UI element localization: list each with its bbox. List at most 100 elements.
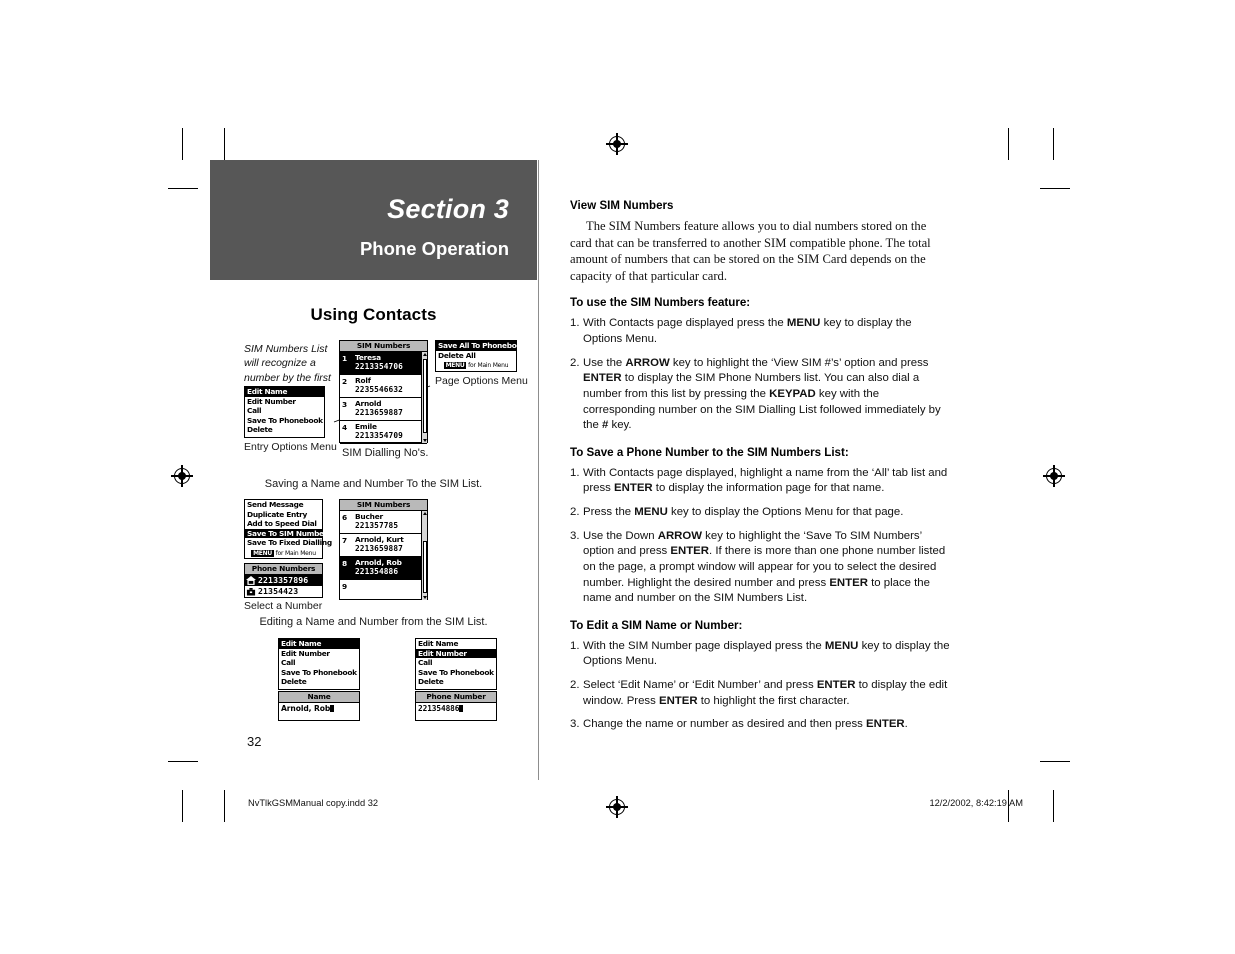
- registration-mark-top: [606, 133, 628, 155]
- table-row[interactable]: 3 Arnold 2213659887: [340, 398, 427, 421]
- phone-number-value: 2213357896: [258, 575, 309, 585]
- scroll-up-icon[interactable]: [423, 512, 427, 515]
- column-divider: [538, 160, 539, 780]
- edit-name-field[interactable]: Arnold, Rob: [279, 703, 359, 714]
- row-name: Teresa: [355, 353, 381, 362]
- caption-saving-heading: Saving a Name and Number To the SIM List…: [264, 478, 483, 490]
- crop-mark-top-left-h: [168, 188, 198, 190]
- crop-mark-top-right-v: [1008, 128, 1010, 160]
- sim-edit-menu-number[interactable]: Edit Name Edit Number Call Save To Phone…: [415, 638, 497, 690]
- menu-item-delete[interactable]: Delete: [279, 677, 359, 687]
- list-item: With Contacts page displayed, highlight …: [570, 466, 948, 495]
- row-name: Arnold, Rob: [355, 558, 402, 567]
- table-row[interactable]: 6 Bucher 221357785: [340, 511, 427, 534]
- text-caret: [330, 704, 335, 712]
- table-row[interactable]: 8 Arnold, Rob 221354886: [340, 557, 427, 580]
- row-index: 8: [342, 559, 348, 568]
- list-item: With Contacts page displayed press the M…: [570, 316, 912, 346]
- table-row[interactable]: 2 Rolf 2235546632: [340, 375, 427, 398]
- sim-dialling-list[interactable]: SIM Numbers 1 Teresa 2213354706 2 Rolf 2…: [339, 340, 428, 444]
- menu-item-send-message[interactable]: Send Message: [245, 500, 322, 510]
- row-name: Arnold, Kurt: [355, 535, 404, 544]
- menu-item-save-to-fixed-dialling[interactable]: Save To Fixed Dialling: [245, 538, 332, 548]
- list-item: With the SIM Number page displayed press…: [570, 639, 950, 668]
- sim-edit-menu-name[interactable]: Edit Name Edit Number Call Save To Phone…: [278, 638, 360, 690]
- list-item: Use the Down ARROW key to highlight the …: [570, 529, 946, 605]
- crop-mark-bottom-right-outer-v: [1053, 790, 1055, 822]
- procedure-steps-save-number: With Contacts page displayed, highlight …: [570, 466, 950, 607]
- page-options-menu[interactable]: Save All To Phonebook Delete All MENU fo…: [435, 340, 526, 372]
- menu-footer-text: for Main Menu: [275, 549, 316, 557]
- left-column: Section 3 Phone Operation Using Contacts…: [210, 160, 537, 780]
- sim-numbers-save-list[interactable]: SIM Numbers 6 Bucher 221357785 7 Arnold,…: [339, 499, 428, 600]
- phone-number-option-home[interactable]: 2213357896: [245, 575, 322, 586]
- manual-page: Section 3 Phone Operation Using Contacts…: [210, 160, 970, 780]
- edit-name-window-title: Name: [279, 692, 359, 703]
- menu-item-call[interactable]: Call: [279, 658, 359, 668]
- menu-item-edit-name[interactable]: Edit Name: [245, 387, 324, 397]
- scrollbar-thumb[interactable]: [422, 359, 427, 433]
- intro-paragraph: The SIM Numbers feature allows you to di…: [570, 219, 931, 283]
- footer-file-info: NvTlkGSMManual copy.indd 32: [248, 798, 379, 808]
- crop-mark-bottom-left-h: [168, 761, 198, 763]
- edit-name-window[interactable]: Name Arnold, Rob: [278, 691, 360, 721]
- menu-item-duplicate-entry[interactable]: Duplicate Entry: [245, 510, 322, 520]
- menu-item-delete[interactable]: Delete: [416, 677, 496, 687]
- procedure-steps-edit-sim: With the SIM Number page displayed press…: [570, 639, 950, 733]
- menu-item-save-to-phonebook[interactable]: Save To Phonebook: [245, 416, 324, 426]
- section-heading-view-sim-numbers: View SIM Numbers: [570, 200, 674, 212]
- phone-number-value: 21354423: [258, 586, 299, 596]
- registration-mark-left: [171, 465, 193, 487]
- table-row[interactable]: 9: [340, 580, 427, 600]
- list-item: Select ‘Edit Name’ or ‘Edit Number’ and …: [570, 678, 948, 707]
- registration-mark-right: [1043, 465, 1065, 487]
- caption-entry-options-menu: Entry Options Menu: [244, 441, 337, 453]
- contact-page-options-menu[interactable]: Send Message Duplicate Entry Add to Spee…: [244, 499, 332, 559]
- menu-item-delete[interactable]: Delete: [245, 425, 324, 435]
- row-number: 2213354706: [355, 362, 403, 372]
- menu-item-edit-number[interactable]: Edit Number: [416, 648, 496, 659]
- phone-numbers-title: Phone Numbers: [245, 564, 322, 575]
- phone-number-option-work[interactable]: 21354423: [245, 586, 322, 597]
- scroll-up-icon[interactable]: [423, 353, 427, 356]
- table-row[interactable]: 7 Arnold, Kurt 2213659887: [340, 534, 427, 557]
- menu-item-add-to-speed-dial[interactable]: Add to Speed Dial: [245, 519, 322, 529]
- scroll-down-icon[interactable]: [423, 596, 427, 599]
- row-name: Bucher: [355, 512, 383, 521]
- menu-item-edit-name[interactable]: Edit Name: [416, 639, 496, 649]
- edit-name-value: Arnold, Rob: [281, 704, 331, 713]
- edit-number-field[interactable]: 221354886: [416, 703, 496, 714]
- table-row[interactable]: 4 Emile 2213354709: [340, 421, 427, 444]
- menu-item-save-to-phonebook[interactable]: Save To Phonebook: [279, 668, 359, 678]
- section-banner: Section 3 Phone Operation: [210, 160, 537, 280]
- scrollbar-thumb[interactable]: [422, 541, 427, 593]
- page-title: Using Contacts: [310, 305, 437, 324]
- procedure-steps-use-sim: With Contacts page displayed press the M…: [570, 316, 950, 433]
- row-index: 6: [342, 513, 348, 522]
- edit-number-window-title: Phone Number: [416, 692, 496, 703]
- right-column: View SIM Numbers The SIM Numbers feature…: [570, 200, 950, 741]
- menu-item-save-to-sim-numbers[interactable]: Save To SIM Numbers: [245, 528, 332, 539]
- menu-item-edit-name[interactable]: Edit Name: [279, 639, 359, 649]
- sim-numbers-save-list-title: SIM Numbers: [340, 500, 427, 511]
- crop-mark-bottom-left-v: [182, 790, 184, 822]
- menu-item-delete-all[interactable]: Delete All: [436, 351, 516, 361]
- scrollbar[interactable]: [421, 352, 427, 443]
- menu-item-call[interactable]: Call: [245, 406, 324, 416]
- menu-item-edit-number[interactable]: Edit Number: [245, 397, 324, 407]
- menu-item-save-to-phonebook[interactable]: Save To Phonebook: [416, 668, 496, 678]
- menu-item-save-all-to-phonebook[interactable]: Save All To Phonebook: [436, 341, 526, 351]
- scroll-down-icon[interactable]: [423, 439, 427, 442]
- row-index: 7: [342, 536, 348, 545]
- edit-number-window[interactable]: Phone Number 221354886: [415, 691, 497, 721]
- row-number: 221357785: [355, 521, 399, 531]
- entry-options-menu[interactable]: Edit Name Edit Number Call Save To Phone…: [244, 386, 325, 438]
- table-row[interactable]: 1 Teresa 2213354706: [340, 352, 427, 375]
- procedure-heading-save-number: To Save a Phone Number to the SIM Number…: [570, 445, 849, 459]
- menu-item-call[interactable]: Call: [416, 658, 496, 668]
- crop-mark-top-right-h: [1040, 188, 1070, 190]
- menu-item-edit-number[interactable]: Edit Number: [279, 649, 359, 659]
- phone-numbers-picker[interactable]: Phone Numbers 2213357896 21354423: [244, 563, 323, 598]
- scrollbar[interactable]: [421, 511, 427, 600]
- menu-footer-text: for Main Menu: [468, 362, 509, 370]
